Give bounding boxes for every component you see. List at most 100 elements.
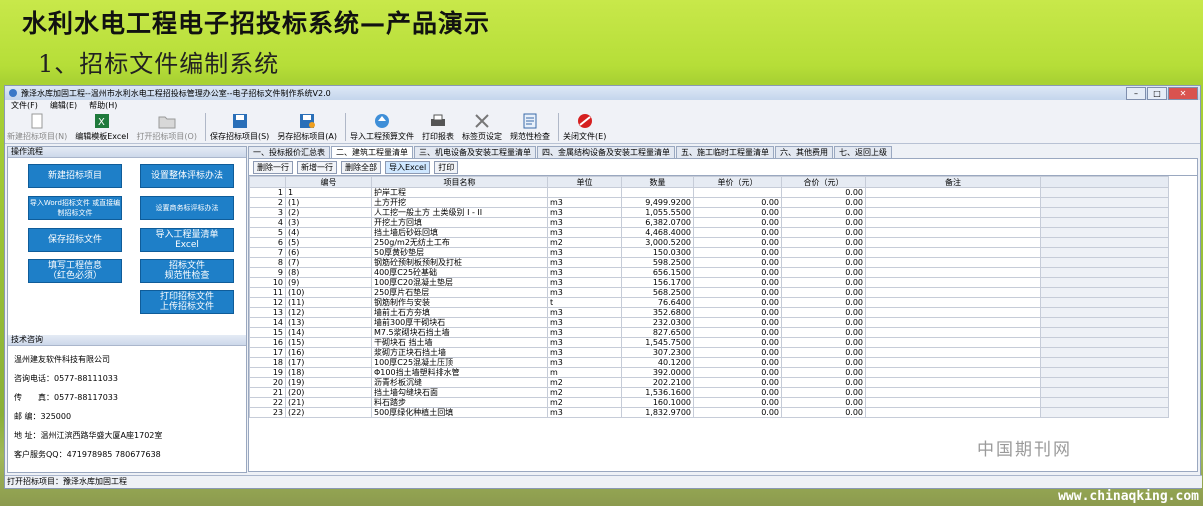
- table-cell[interactable]: m3: [547, 337, 622, 348]
- table-cell[interactable]: m3: [547, 217, 622, 228]
- print-upload-step[interactable]: 打印招标文件 上传招标文件: [140, 290, 234, 314]
- tab-2[interactable]: 二、建筑工程量清单: [331, 146, 413, 158]
- table-cell[interactable]: 墙前300厚干砌块石: [371, 317, 548, 328]
- save-project-button[interactable]: 保存招标项目(S): [210, 113, 269, 143]
- table-cell[interactable]: 0.00: [781, 377, 866, 388]
- table-cell[interactable]: 3,000.5200: [621, 237, 694, 248]
- table-row[interactable]: 4 (3) 开挖土方回填 m3 6,382.0700 0.00 0.00: [249, 217, 1169, 228]
- table-cell[interactable]: 护岸工程: [371, 187, 548, 198]
- remark-cell[interactable]: [865, 317, 1041, 328]
- table-cell[interactable]: 160.1000: [621, 397, 694, 408]
- column-header[interactable]: 项目名称: [371, 176, 548, 188]
- table-cell[interactable]: 0.00: [693, 407, 782, 418]
- table-cell[interactable]: 7: [249, 247, 286, 258]
- table-cell[interactable]: (4): [285, 227, 372, 238]
- table-cell[interactable]: 1,832.9700: [621, 407, 694, 418]
- table-cell[interactable]: 307.2300: [621, 347, 694, 358]
- table-cell[interactable]: m3: [547, 357, 622, 368]
- table-cell[interactable]: 156.1700: [621, 277, 694, 288]
- table-cell[interactable]: 料石踏步: [371, 397, 548, 408]
- remark-cell[interactable]: [865, 277, 1041, 288]
- table-row[interactable]: 21 (20) 挡土墙勾缝块石面 m2 1,536.1600 0.00 0.00: [249, 387, 1169, 398]
- remark-cell[interactable]: [865, 227, 1041, 238]
- table-cell[interactable]: 土方开挖: [371, 197, 548, 208]
- menu-help[interactable]: 帮助(H): [89, 100, 117, 111]
- table-cell[interactable]: 202.2100: [621, 377, 694, 388]
- table-cell[interactable]: 0.00: [781, 367, 866, 378]
- table-cell[interactable]: 0.00: [781, 187, 866, 198]
- table-cell[interactable]: 0.00: [781, 237, 866, 248]
- table-cell[interactable]: (15): [285, 337, 372, 348]
- tab-1[interactable]: 一、投标报价汇总表: [248, 146, 330, 158]
- remark-cell[interactable]: [865, 197, 1041, 208]
- table-cell[interactable]: 1,545.7500: [621, 337, 694, 348]
- table-cell[interactable]: 开挖土方回填: [371, 217, 548, 228]
- table-cell[interactable]: 5: [249, 227, 286, 238]
- table-cell[interactable]: (12): [285, 307, 372, 318]
- table-row[interactable]: 7 (6) 50厚黄砂垫层 m3 150.0300 0.00 0.00: [249, 247, 1169, 258]
- table-cell[interactable]: 250g/m2无纺土工布: [371, 237, 548, 248]
- table-cell[interactable]: (18): [285, 367, 372, 378]
- table-cell[interactable]: 21: [249, 387, 286, 398]
- table-cell[interactable]: (10): [285, 287, 372, 298]
- table-cell[interactable]: m3: [547, 267, 622, 278]
- table-cell[interactable]: m: [547, 367, 622, 378]
- new-project-step[interactable]: 新建招标项目: [28, 164, 122, 188]
- tab-5[interactable]: 五、施工临时工程量清单: [676, 146, 774, 158]
- remark-cell[interactable]: [865, 407, 1041, 418]
- table-cell[interactable]: m3: [547, 197, 622, 208]
- table-cell[interactable]: m2: [547, 397, 622, 408]
- table-cell[interactable]: 23: [249, 407, 286, 418]
- remark-cell[interactable]: [865, 367, 1041, 378]
- tab-4[interactable]: 四、金属结构设备及安装工程量清单: [537, 146, 675, 158]
- table-cell[interactable]: 0.00: [781, 327, 866, 338]
- column-header[interactable]: 单价（元）: [693, 176, 782, 188]
- table-row[interactable]: 20 (19) 沥青杉板沉缝 m2 202.2100 0.00 0.00: [249, 377, 1169, 388]
- import-excel-button[interactable]: 导入Excel: [385, 160, 431, 174]
- table-cell[interactable]: 2: [249, 197, 286, 208]
- table-cell[interactable]: m3: [547, 347, 622, 358]
- table-cell[interactable]: 0.00: [693, 287, 782, 298]
- table-cell[interactable]: 0.00: [781, 357, 866, 368]
- open-project-button[interactable]: 打开招标项目(O): [136, 113, 197, 143]
- table-cell[interactable]: 0.00: [781, 317, 866, 328]
- table-cell[interactable]: (16): [285, 347, 372, 358]
- table-row[interactable]: 3 (2) 人工挖一般土方 土类级别 I - II m3 1,055.5500 0.00 0…: [249, 207, 1169, 218]
- save-file-step[interactable]: 保存招标文件: [28, 228, 122, 252]
- table-row[interactable]: 22 (21) 料石踏步 m2 160.1000 0.00 0.00: [249, 397, 1169, 408]
- close-icon[interactable]: ✕: [1168, 87, 1198, 100]
- table-cell[interactable]: 76.6400: [621, 297, 694, 308]
- remark-cell[interactable]: [865, 187, 1041, 198]
- table-cell[interactable]: 0.00: [781, 347, 866, 358]
- maximize-icon[interactable]: □: [1147, 87, 1167, 100]
- table-cell[interactable]: (17): [285, 357, 372, 368]
- overall-eval-step[interactable]: 设置整体评标办法: [140, 164, 234, 188]
- table-cell[interactable]: 0.00: [693, 267, 782, 278]
- remark-cell[interactable]: [865, 217, 1041, 228]
- table-cell[interactable]: m3: [547, 207, 622, 218]
- table-cell[interactable]: 0.00: [693, 247, 782, 258]
- table-cell[interactable]: (9): [285, 277, 372, 288]
- table-cell[interactable]: 50厚黄砂垫层: [371, 247, 548, 258]
- tab-7[interactable]: 七、返回上级: [834, 146, 892, 158]
- table-cell[interactable]: 0.00: [693, 397, 782, 408]
- remark-cell[interactable]: [865, 337, 1041, 348]
- table-cell[interactable]: m3: [547, 277, 622, 288]
- table-cell[interactable]: (19): [285, 377, 372, 388]
- table-cell[interactable]: 8: [249, 257, 286, 268]
- save-as-project-button[interactable]: 另存招标项目(A): [277, 113, 337, 143]
- table-cell[interactable]: m2: [547, 237, 622, 248]
- table-cell[interactable]: 100厚C25混凝土压顶: [371, 357, 548, 368]
- tab-6[interactable]: 六、其他费用: [775, 146, 833, 158]
- table-row[interactable]: 11 (10) 250厚片石垫层 m3 568.2500 0.00 0.00: [249, 287, 1169, 298]
- table-row[interactable]: 2 (1) 土方开挖 m3 9,499.9200 0.00 0.00: [249, 197, 1169, 208]
- table-cell[interactable]: 9,499.9200: [621, 197, 694, 208]
- table-cell[interactable]: (8): [285, 267, 372, 278]
- table-cell[interactable]: 0.00: [781, 257, 866, 268]
- delete-all-button[interactable]: 删除全部: [341, 160, 381, 174]
- table-cell[interactable]: (7): [285, 257, 372, 268]
- project-info-step[interactable]: 填写工程信息 （红色必须）: [28, 259, 122, 283]
- minimize-icon[interactable]: –: [1126, 87, 1146, 100]
- table-cell[interactable]: 0.00: [693, 257, 782, 268]
- column-header[interactable]: 单位: [547, 176, 622, 188]
